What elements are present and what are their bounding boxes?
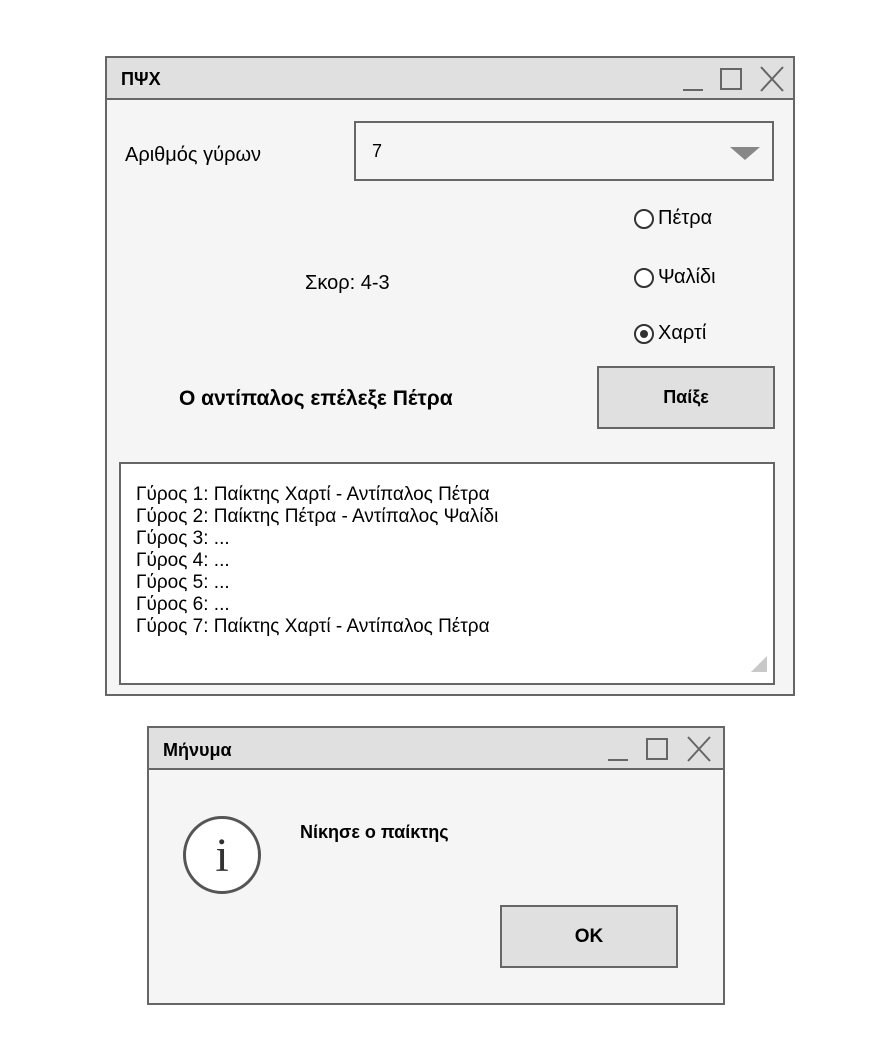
radio-paper-circle[interactable] — [634, 323, 654, 344]
radio-paper-label: Χαρτί — [658, 322, 707, 344]
maximize-icon[interactable] — [719, 66, 743, 90]
rounds-select-value: 7 — [372, 141, 383, 161]
title-bar: ΠΨΧ — [107, 58, 793, 100]
radio-rock-label: Πέτρα — [658, 207, 713, 229]
log-line: Γύρος 5: ... — [136, 572, 230, 593]
rounds-label: Αριθμός γύρων — [125, 144, 262, 166]
chevron-down-icon[interactable] — [730, 147, 760, 166]
score-text: Σκορ: 4-3 — [305, 272, 390, 294]
radio-scissors-circle[interactable] — [634, 267, 654, 288]
rounds-select[interactable]: 7 — [354, 121, 774, 181]
message-window: Μήνυμα i Νίκησε ο παίκτης OK — [147, 726, 725, 1005]
round-log-textarea[interactable]: Γύρος 1: Παίκτης Χαρτί - Αντίπαλος Πέτρα… — [119, 462, 775, 685]
log-line: Γύρος 7: Παίκτης Χαρτί - Αντίπαλος Πέτρα — [136, 616, 490, 637]
log-line: Γύρος 6: ... — [136, 594, 230, 615]
log-line: Γύρος 3: ... — [136, 528, 230, 549]
minimize-icon[interactable] — [606, 736, 630, 761]
window-title: ΠΨΧ — [121, 69, 161, 89]
close-icon[interactable] — [686, 736, 712, 762]
close-icon[interactable] — [759, 66, 785, 92]
minimize-icon[interactable] — [681, 66, 705, 91]
opponent-choice-text: Ο αντίπαλος επέλεξε Πέτρα — [179, 387, 453, 410]
maximize-icon[interactable] — [645, 736, 669, 760]
log-line: Γύρος 2: Παίκτης Πέτρα - Αντίπαλος Ψαλίδ… — [136, 506, 499, 527]
main-window: ΠΨΧ Αριθμός γύρων 7 Σκορ: 4-3 Πέτρα Ψαλί… — [105, 56, 795, 696]
play-button[interactable]: Παίξε — [597, 366, 775, 429]
resize-grip-icon[interactable] — [751, 656, 767, 677]
log-line: Γύρος 1: Παίκτης Χαρτί - Αντίπαλος Πέτρα — [136, 484, 490, 505]
radio-scissors[interactable]: Ψαλίδι — [634, 266, 716, 289]
radio-rock[interactable]: Πέτρα — [634, 207, 712, 230]
info-icon: i — [183, 816, 261, 894]
message-text: Νίκησε ο παίκτης — [300, 822, 449, 842]
radio-rock-circle[interactable] — [634, 208, 654, 229]
radio-paper[interactable]: Χαρτί — [634, 322, 706, 345]
ok-button[interactable]: OK — [500, 905, 678, 968]
message-window-title: Μήνυμα — [163, 740, 232, 760]
radio-scissors-label: Ψαλίδι — [658, 266, 716, 288]
log-line: Γύρος 4: ... — [136, 550, 230, 571]
message-title-bar: Μήνυμα — [149, 728, 723, 770]
